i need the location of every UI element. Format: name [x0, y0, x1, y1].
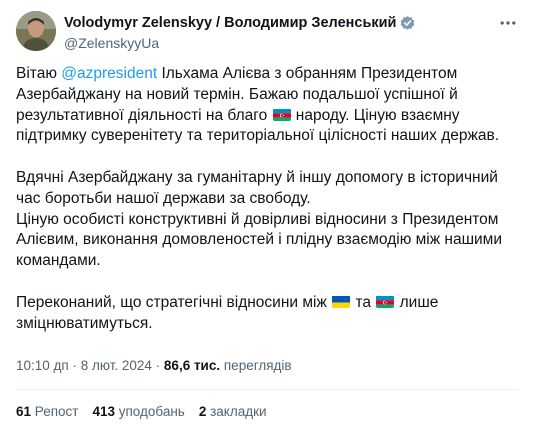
- bookmarks-label: закладки: [206, 404, 267, 419]
- tweet-paragraph-2: Вдячні Азербайджану за гуманітарну й інш…: [16, 168, 498, 207]
- reposts-label: Репост: [31, 404, 79, 419]
- author-names: Volodymyr Zelenskyy / Володимир Зеленськ…: [64, 13, 416, 51]
- tweet-header: Volodymyr Zelenskyy / Володимир Зеленськ…: [16, 11, 521, 53]
- more-horizontal-icon[interactable]: [495, 13, 521, 33]
- meta-separator: ·: [151, 358, 164, 373]
- likes-stat[interactable]: 413 уподобань: [92, 404, 184, 419]
- tweet-paragraph-1: Вітаю @azpresident Ільхама Алієва з обра…: [16, 64, 521, 147]
- avatar[interactable]: [16, 11, 56, 51]
- tweet-time[interactable]: 10:10 дп: [16, 358, 69, 373]
- azerbaijan-flag-icon: [272, 108, 291, 121]
- tweet-card: Volodymyr Zelenskyy / Володимир Зеленськ…: [0, 0, 535, 431]
- reposts-count: 61: [16, 404, 32, 419]
- ukraine-flag-icon: [332, 295, 351, 308]
- verified-badge-icon: [399, 15, 416, 32]
- tweet-meta: 10:10 дп · 8 лют. 2024 · 86,6 тис. перег…: [16, 358, 292, 373]
- meta-separator: ·: [68, 358, 81, 373]
- likes-count: 413: [92, 404, 115, 419]
- tweet-date[interactable]: 8 лют. 2024: [81, 358, 152, 373]
- views-label: переглядів: [220, 358, 292, 373]
- azerbaijan-flag-icon: [376, 295, 395, 308]
- reposts-stat[interactable]: 61 Репост: [16, 404, 78, 419]
- tweet-text-segment: та: [351, 293, 376, 311]
- tweet-text: Вітаю @azpresident Ільхама Алієва з обра…: [16, 64, 521, 334]
- mention-link[interactable]: @azpresident: [61, 65, 157, 82]
- tweet-paragraph-4: Переконаний, що стратегічні відносини мі…: [16, 293, 521, 335]
- bookmarks-stat[interactable]: 2 закладки: [199, 404, 267, 419]
- tweet-stats: 61 Репост 413 уподобань 2 закладки: [16, 404, 281, 419]
- author-handle[interactable]: @ZelenskyyUa: [64, 35, 416, 51]
- likes-label: уподобань: [114, 404, 185, 419]
- author-display-name[interactable]: Volodymyr Zelenskyy / Володимир Зеленськ…: [64, 15, 396, 31]
- tweet-paragraph-3: Ціную особисті конструктивні й довірливі…: [16, 210, 502, 270]
- tweet-text-segment: Вітаю: [16, 65, 62, 82]
- tweet-text-segment: Переконаний, що стратегічні відносини мі…: [16, 293, 332, 311]
- views-count: 86,6 тис.: [163, 358, 221, 373]
- divider: [16, 389, 519, 390]
